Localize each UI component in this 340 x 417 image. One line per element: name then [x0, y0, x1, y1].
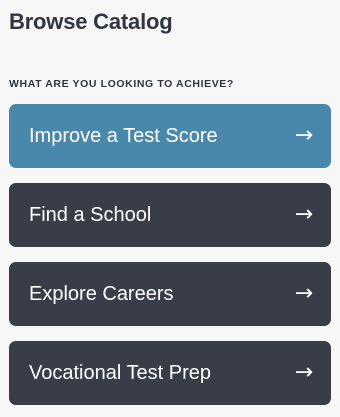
- option-label: Find a School: [29, 204, 152, 226]
- option-find-a-school[interactable]: Find a School →: [9, 183, 331, 247]
- page-title: Browse Catalog: [9, 9, 173, 34]
- option-label: Improve a Test Score: [29, 125, 218, 147]
- browse-catalog-page: Browse Catalog WHAT ARE YOU LOOKING TO A…: [0, 0, 340, 417]
- arrow-right-icon: →: [294, 202, 313, 227]
- section-label: WHAT ARE YOU LOOKING TO ACHIEVE?: [9, 78, 234, 90]
- options-list: Improve a Test Score → Find a School → E…: [9, 104, 331, 405]
- option-explore-careers[interactable]: Explore Careers →: [9, 262, 331, 326]
- arrow-right-icon: →: [294, 360, 313, 385]
- arrow-right-icon: →: [294, 123, 313, 148]
- option-label: Vocational Test Prep: [29, 362, 211, 384]
- option-vocational-test-prep[interactable]: Vocational Test Prep →: [9, 341, 331, 405]
- option-improve-test-score[interactable]: Improve a Test Score →: [9, 104, 331, 168]
- arrow-right-icon: →: [294, 281, 313, 306]
- option-label: Explore Careers: [29, 283, 174, 305]
